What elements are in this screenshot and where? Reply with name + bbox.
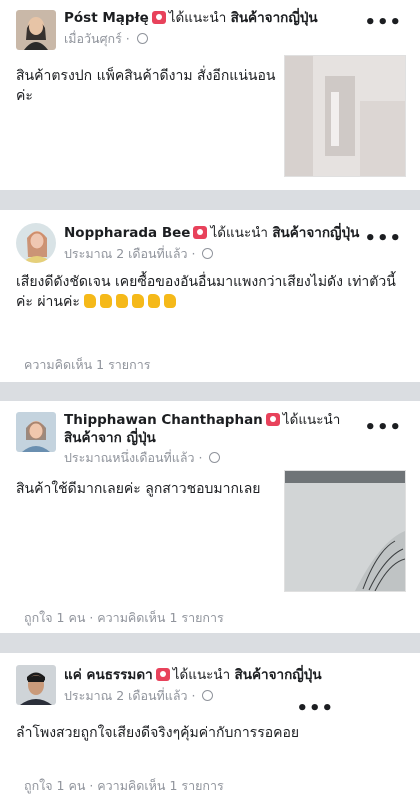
timestamp-text: ประมาณหนึ่งเดือนที่แล้ว bbox=[64, 450, 195, 465]
thumbs-up-emoji bbox=[116, 294, 129, 308]
recommend-text: ได้แนะนำ bbox=[210, 225, 269, 241]
post-timestamp[interactable]: ประมาณหนึ่งเดือนที่แล้ว · bbox=[64, 448, 221, 468]
more-options-icon[interactable]: ••• bbox=[364, 14, 402, 32]
recommend-icon bbox=[265, 413, 280, 426]
globe-icon bbox=[136, 33, 148, 44]
thumbs-up-emoji bbox=[148, 294, 161, 308]
post-header: Póst Mąpłę ได้แนะนำ สินค้าจากญี่ปุ่น bbox=[64, 9, 376, 27]
post-header: Noppharada Bee ได้แนะนำ สินค้าจากญี่ปุ่น bbox=[64, 224, 376, 242]
more-options-icon[interactable]: ••• bbox=[296, 700, 334, 718]
page-link[interactable]: สินค้าจากญี่ปุ่น bbox=[272, 225, 359, 241]
globe-icon bbox=[202, 690, 214, 701]
review-post-4: แค่ คนธรรมดา ได้แนะนำ สินค้าจากญี่ปุ่น ปร… bbox=[0, 653, 420, 800]
author-name[interactable]: แค่ คนธรรมดา bbox=[64, 667, 153, 683]
thumbs-up-emoji bbox=[100, 294, 113, 308]
recommend-icon bbox=[151, 11, 166, 24]
review-photo[interactable] bbox=[284, 470, 406, 592]
post-header: Thipphawan Chanthaphan ได้แนะนำ สินค้าจาก… bbox=[64, 411, 376, 447]
avatar[interactable] bbox=[16, 665, 56, 705]
review-post-2: Noppharada Bee ได้แนะนำ สินค้าจากญี่ปุ่น … bbox=[0, 210, 420, 382]
avatar[interactable] bbox=[16, 412, 56, 452]
thumbs-up-emoji bbox=[132, 294, 145, 308]
timestamp-text: ประมาณ 2 เดือนที่แล้ว bbox=[64, 688, 188, 703]
page-link[interactable]: สินค้าจาก ญี่ปุ่น bbox=[64, 430, 156, 446]
more-options-icon[interactable]: ••• bbox=[364, 419, 402, 437]
recommend-text: ได้แนะนำ bbox=[282, 412, 341, 428]
post-header: แค่ คนธรรมดา ได้แนะนำ สินค้าจากญี่ปุ่น bbox=[64, 666, 376, 684]
recommend-text: ได้แนะนำ bbox=[172, 667, 231, 683]
post-text: ลำโพงสวยถูกใจเสียงดีจริงๆคุ้มค่ากับการรอ… bbox=[16, 725, 300, 741]
post-footer[interactable]: ถูกใจ 1 คน · ความคิดเห็น 1 รายการ bbox=[24, 608, 224, 628]
timestamp-text: เมื่อวันศุกร์ bbox=[64, 31, 122, 46]
author-name[interactable]: Thipphawan Chanthaphan bbox=[64, 412, 263, 428]
recommend-icon bbox=[193, 226, 208, 239]
post-text: สินค้าใช้ดีมากเลยค่ะ ลูกสาวชอบมากเลย bbox=[16, 481, 261, 497]
page-link[interactable]: สินค้าจากญี่ปุ่น bbox=[235, 667, 322, 683]
avatar[interactable] bbox=[16, 10, 56, 50]
page-link[interactable]: สินค้าจากญี่ปุ่น bbox=[231, 10, 318, 26]
recommend-icon bbox=[155, 668, 170, 681]
avatar[interactable] bbox=[16, 223, 56, 263]
post-footer[interactable]: ความคิดเห็น 1 รายการ bbox=[24, 355, 150, 375]
post-text-content: เสียงดีดังชัดเจน เคยซื้อของอันอื่นมาแพงก… bbox=[16, 274, 396, 310]
post-text: เสียงดีดังชัดเจน เคยซื้อของอันอื่นมาแพงก… bbox=[16, 272, 406, 312]
post-timestamp[interactable]: ประมาณ 2 เดือนที่แล้ว · bbox=[64, 244, 214, 264]
post-text: สินค้าตรงปก แพ็คสินค้าดีงาม สั่งอีกแน่นอ… bbox=[16, 68, 276, 104]
review-post-1: Póst Mąpłę ได้แนะนำ สินค้าจากญี่ปุ่น เมื่… bbox=[0, 0, 420, 190]
timestamp-text: ประมาณ 2 เดือนที่แล้ว bbox=[64, 246, 188, 261]
author-name[interactable]: Póst Mąpłę bbox=[64, 10, 149, 26]
review-photo[interactable] bbox=[284, 55, 406, 177]
author-name[interactable]: Noppharada Bee bbox=[64, 225, 190, 241]
post-footer[interactable]: ถูกใจ 1 คน · ความคิดเห็น 1 รายการ bbox=[24, 776, 224, 796]
thumbs-up-emoji bbox=[84, 294, 97, 308]
post-timestamp[interactable]: เมื่อวันศุกร์ · bbox=[64, 29, 148, 49]
thumbs-up-emoji bbox=[164, 294, 177, 308]
thumbs-up-emoji-row bbox=[84, 294, 180, 310]
recommend-text: ได้แนะนำ bbox=[168, 10, 227, 26]
globe-icon bbox=[209, 452, 221, 463]
post-timestamp[interactable]: ประมาณ 2 เดือนที่แล้ว · bbox=[64, 686, 214, 706]
globe-icon bbox=[202, 248, 214, 259]
more-options-icon[interactable]: ••• bbox=[364, 230, 402, 248]
review-post-3: Thipphawan Chanthaphan ได้แนะนำ สินค้าจาก… bbox=[0, 401, 420, 633]
